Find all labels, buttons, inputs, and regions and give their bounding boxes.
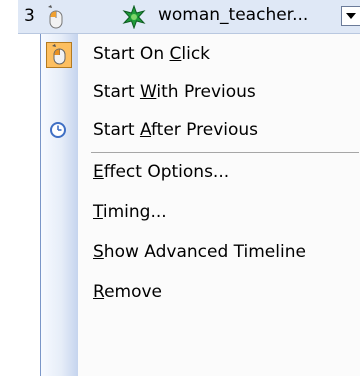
menu-item-remove[interactable]: Remove [41,274,360,312]
clock-icon [46,118,72,144]
menu-item-label: Remove [93,282,163,302]
menu-item-show-advanced-timeline[interactable]: Show Advanced Timeline [41,234,360,272]
chevron-down-icon[interactable] [341,6,360,26]
menu-item-label: Timing... [93,202,167,222]
animation-order-number: 3 [24,6,35,26]
menu-item-label: Start On Click [93,44,211,64]
animation-item-name: woman_teacher... [158,5,309,25]
green-star-effect-icon [121,4,147,30]
menu-item-label: Start After Previous [93,120,259,140]
menu-item-start-after-previous[interactable]: Start After Previous [41,112,360,150]
menu-item-label: Start With Previous [93,82,256,102]
menu-item-effect-options[interactable]: Effect Options... [41,154,360,192]
menu-item-start-with-previous[interactable]: Start With Previous [41,74,360,112]
menu-item-start-on-click[interactable]: Start On Click [41,36,360,74]
menu-item-label: Effect Options... [93,162,230,182]
mouse-icon [46,42,72,68]
menu-item-label: Show Advanced Timeline [93,242,306,262]
menu-separator [91,152,359,153]
animation-context-menu-screenshot: 3 woman_teacher... Start On Click Start … [0,0,360,376]
animation-item-bar[interactable]: 3 woman_teacher... [18,0,360,34]
animation-context-menu: Start On Click Start With Previous Start… [40,34,360,376]
mouse-icon [44,4,66,30]
menu-item-timing[interactable]: Timing... [41,194,360,232]
